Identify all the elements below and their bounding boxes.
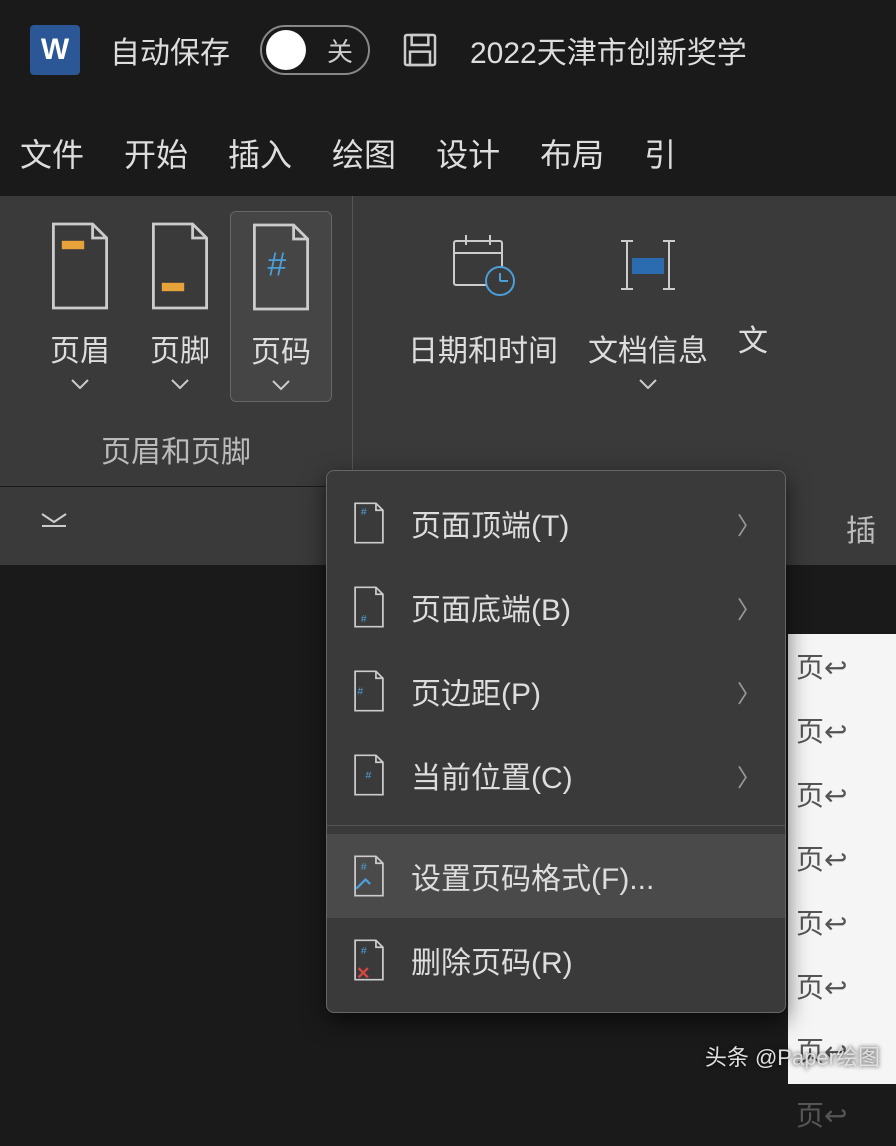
svg-text:#: #	[361, 862, 367, 873]
svg-text:#: #	[267, 246, 286, 283]
header-button[interactable]: 页眉	[30, 211, 130, 402]
doc-line: 页↩	[788, 954, 896, 1018]
title-bar: W 自动保存 关 2022天津市创新奖学	[0, 0, 896, 100]
chevron-right-icon: 〉	[737, 590, 761, 625]
ribbon: 页眉 页脚 # 页码 页	[0, 196, 896, 486]
format-page-icon: #	[351, 854, 387, 898]
menu-label: 页面底端(B)	[411, 585, 713, 629]
ribbon-header-footer-section: 页眉 页脚 # 页码 页	[0, 196, 352, 486]
chevron-down-icon	[170, 378, 190, 390]
menu-bottom-of-page[interactable]: # 页面底端(B) 〉	[327, 565, 785, 649]
doc-line: 页↩	[788, 826, 896, 890]
doc-info-label: 文档信息	[588, 326, 708, 370]
date-time-label: 日期和时间	[408, 326, 558, 370]
watermark: 头条 @Paper绘图	[705, 1040, 880, 1072]
tab-home[interactable]: 开始	[124, 120, 188, 186]
menu-current-position[interactable]: # 当前位置(C) 〉	[327, 733, 785, 817]
menu-remove-page-numbers[interactable]: # 删除页码(R)	[327, 918, 785, 1002]
document-title: 2022天津市创新奖学	[470, 28, 747, 72]
menu-separator	[327, 825, 785, 826]
footer-button[interactable]: 页脚	[130, 211, 230, 402]
svg-text:#: #	[357, 686, 363, 697]
svg-text:#: #	[361, 507, 367, 518]
tab-design[interactable]: 设计	[436, 120, 500, 186]
page-icon: #	[351, 669, 387, 713]
ribbon-insert-section: 日期和时间 文档信息 文	[352, 196, 783, 486]
ribbon-tabs: 文件 开始 插入 绘图 设计 布局 引	[0, 100, 896, 196]
save-icon[interactable]	[400, 30, 440, 70]
page-number-label: 页码	[251, 327, 311, 371]
doc-line: 页↩	[788, 890, 896, 954]
date-time-button[interactable]: 日期和时间	[393, 211, 573, 481]
chevron-right-icon: 〉	[737, 506, 761, 541]
menu-format-page-numbers[interactable]: # 设置页码格式(F)...	[327, 834, 785, 918]
header-label: 页眉	[50, 326, 110, 370]
doc-line: 页↩	[788, 1082, 896, 1146]
tab-draw[interactable]: 绘图	[332, 120, 396, 186]
svg-text:#: #	[361, 614, 367, 625]
toggle-state-label: 关	[327, 32, 353, 69]
doc-line: 页↩	[788, 698, 896, 762]
footer-label: 页脚	[150, 326, 210, 370]
chevron-down-icon	[70, 378, 90, 390]
tab-file[interactable]: 文件	[20, 120, 84, 186]
expand-icon	[40, 512, 68, 530]
document-area: 页↩ 页↩ 页↩ 页↩ 页↩ 页↩ 页↩ 页↩	[788, 634, 896, 1084]
page-number-dropdown: # 页面顶端(T) 〉 # 页面底端(B) 〉 # 页边距(P) 〉 # 当前位…	[326, 470, 786, 1013]
page-icon: #	[351, 501, 387, 545]
chevron-right-icon: 〉	[737, 674, 761, 709]
ribbon-expand-bar[interactable]	[0, 486, 330, 565]
page-number-button[interactable]: # 页码	[230, 211, 332, 402]
chevron-down-icon	[638, 378, 658, 390]
tab-insert[interactable]: 插入	[228, 120, 292, 186]
chevron-right-icon: 〉	[737, 758, 761, 793]
autosave-toggle[interactable]: 关	[260, 25, 370, 75]
text-label: 文	[738, 316, 768, 360]
menu-label: 设置页码格式(F)...	[411, 854, 761, 898]
menu-label: 删除页码(R)	[411, 938, 761, 982]
menu-top-of-page[interactable]: # 页面顶端(T) 〉	[327, 481, 785, 565]
menu-label: 页边距(P)	[411, 669, 713, 713]
page-icon: #	[351, 753, 387, 797]
doc-line: 页↩	[788, 762, 896, 826]
toggle-knob	[266, 30, 306, 70]
tab-layout[interactable]: 布局	[540, 120, 604, 186]
doc-line: 页↩	[788, 634, 896, 698]
word-app-icon: W	[30, 25, 80, 75]
menu-label: 页面顶端(T)	[411, 501, 713, 545]
svg-text:#: #	[361, 946, 367, 957]
menu-page-margins[interactable]: # 页边距(P) 〉	[327, 649, 785, 733]
svg-text:#: #	[366, 770, 372, 781]
text-button-partial[interactable]: 文	[723, 211, 783, 481]
tab-references[interactable]: 引	[644, 120, 676, 186]
autosave-label: 自动保存	[110, 28, 230, 72]
page-icon: #	[351, 585, 387, 629]
doc-info-button[interactable]: 文档信息	[573, 211, 723, 481]
remove-page-icon: #	[351, 938, 387, 982]
menu-label: 当前位置(C)	[411, 753, 713, 797]
chevron-down-icon	[271, 379, 291, 391]
header-footer-section-label: 页眉和页脚	[0, 407, 352, 486]
